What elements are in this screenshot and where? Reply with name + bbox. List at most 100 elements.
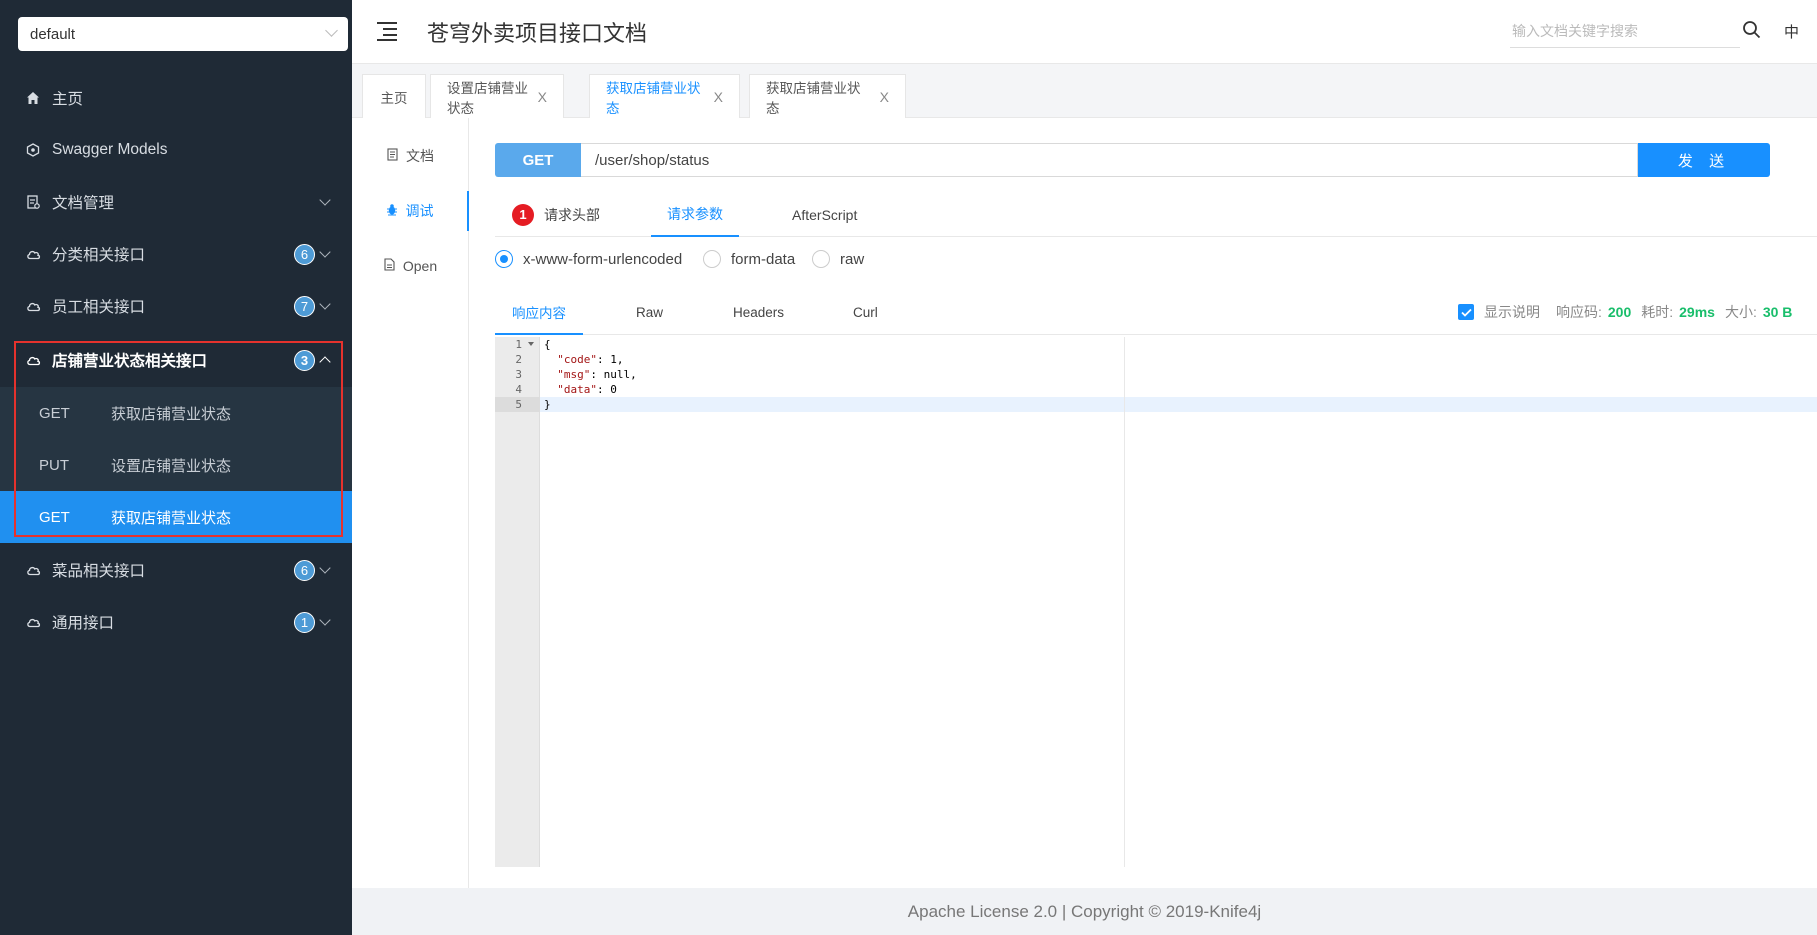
search-input[interactable] [1510,14,1740,48]
cloud-icon [25,352,41,368]
radio-circle [812,250,830,268]
radio-label: form-data [731,250,796,268]
subnav-label: Open [402,258,438,274]
menu-item-label: 菜品相关接口 [52,563,146,580]
menu-item-employee-api[interactable]: 员工相关接口 7 [0,280,352,332]
page-title: 苍穹外卖项目接口文档 [427,21,648,46]
count-badge: 7 [294,295,315,317]
close-icon[interactable]: X [714,89,723,105]
chevron-down-icon [319,246,331,258]
menu-item-common-api[interactable]: 通用接口 1 [0,596,352,648]
subnav-label: 文档 [406,148,434,164]
subitem-label: 设置店铺营业状态 [111,457,232,475]
menu-item-label: 通用接口 [52,615,115,632]
tab-label: 请求参数 [667,205,723,222]
group-select[interactable]: default [18,17,348,51]
bug-icon [386,203,398,219]
subitem-label: 获取店铺营业状态 [111,509,232,527]
subnav-doc[interactable]: 文档 [352,136,469,176]
tab-label: Headers [733,305,785,320]
url-input[interactable] [581,143,1638,177]
http-method: GET [39,404,70,422]
tab-after-script[interactable]: AfterScript [792,192,857,237]
count-badge: 6 [294,243,315,265]
radio-circle [495,250,513,268]
models-icon [25,142,41,158]
cloud-icon [25,614,41,630]
response-info: 显示说明 响应码: 200 耗时: 29ms 大小: 30 B [1458,302,1792,322]
code-line: } [540,397,1817,412]
sidebar-subitem-get-shop-status-active[interactable]: GET 获取店铺营业状态 [0,491,352,543]
tab-set-shop-status[interactable]: 设置店铺营业状态 X [430,74,564,118]
response-editor[interactable]: 1 2 3 4 5 { "code": 1, "msg": null, "dat… [495,337,1817,867]
response-size-value: 30 B [1762,304,1793,320]
tab-label: Curl [853,305,878,320]
line-number: 4 [515,383,522,396]
radio-x-www-form-urlencoded[interactable]: x-www-form-urlencoded [495,249,682,269]
print-margin [1124,337,1125,867]
count-badge: 3 [294,349,315,371]
sidebar-subitem-get-shop-status[interactable]: GET 获取店铺营业状态 [0,387,352,439]
menu-item-dish-api[interactable]: 菜品相关接口 6 [0,544,352,596]
sidebar-subitem-put-shop-status[interactable]: PUT 设置店铺营业状态 [0,439,352,491]
chevron-up-icon [319,356,331,368]
response-time-value: 29ms [1679,304,1715,320]
response-code-label: 响应码: [1556,304,1602,320]
tab-response-curl[interactable]: Curl [853,290,878,335]
tab-request-params[interactable]: 请求参数 [651,192,739,237]
tab-response-content[interactable]: 响应内容 [495,290,583,335]
tab-home[interactable]: 主页 [362,74,426,118]
group-select-value: default [30,25,76,43]
language-switch[interactable]: 中 [1784,21,1799,42]
home-icon [25,90,41,106]
count-badge: 1 [294,611,315,633]
subitem-label: 获取店铺营业状态 [111,405,232,423]
api-subnav: 文档 调试 Open [352,118,469,888]
tab-response-raw[interactable]: Raw [636,290,663,335]
menu-item-category-api[interactable]: 分类相关接口 6 [0,228,352,280]
fold-arrow-icon[interactable] [528,342,534,346]
cloud-icon [25,562,41,578]
chevron-down-icon [319,194,331,206]
menu-toggle-icon[interactable] [377,22,399,41]
tab-response-headers[interactable]: Headers [733,290,784,335]
radio-raw[interactable]: raw [812,249,864,269]
tab-label: 获取店铺营业状态 [606,80,701,116]
tab-get-shop-status[interactable]: 获取店铺营业状态 X [749,74,906,118]
menu-item-label: 员工相关接口 [52,299,146,316]
subnav-open[interactable]: Open [352,246,469,286]
menu-item-shop-status-api[interactable]: 店铺营业状态相关接口 3 [0,334,352,386]
subnav-label: 调试 [405,203,434,219]
chevron-down-icon [325,24,338,37]
line-number: 5 [495,397,540,412]
menu-item-home[interactable]: 主页 [0,72,352,124]
close-icon[interactable]: X [538,89,547,105]
tab-get-shop-status-active[interactable]: 获取店铺营业状态 X [589,74,740,118]
menu-item-swagger-models[interactable]: Swagger Models [0,124,352,176]
header: 苍穹外卖项目接口文档 中 [352,0,1817,64]
response-code-value: 200 [1607,304,1632,320]
menu-item-label: 主页 [52,91,84,108]
sidebar: default 主页 Swagger Models 文档管理 分类相关接口 6 … [0,0,352,935]
count-badge: 6 [294,559,315,581]
document-icon [387,148,398,164]
show-desc-checkbox[interactable] [1458,304,1474,320]
search-icon[interactable] [1742,20,1764,42]
send-button[interactable]: 发 送 [1638,143,1770,177]
menu-item-doc-manage[interactable]: 文档管理 [0,176,352,228]
menu-item-label: 店铺营业状态相关接口 [52,353,208,370]
radio-circle [703,250,721,268]
show-desc-label: 显示说明 [1484,304,1540,320]
request-tabs: 1 请求头部 请求参数 AfterScript [495,192,1817,237]
tab-label: Raw [636,305,664,320]
tab-label: 请求头部 [544,206,600,223]
code-area[interactable]: { "code": 1, "msg": null, "data": 0 } [540,337,1817,867]
tab-request-headers[interactable]: 1 请求头部 [512,192,600,237]
code-line: "code": 1, [557,353,624,366]
http-method-selector[interactable]: GET [495,143,581,177]
menu-item-label: Swagger Models [52,141,168,158]
subnav-debug[interactable]: 调试 [352,191,469,231]
radio-form-data[interactable]: form-data [703,249,795,269]
tab-label: 响应内容 [512,305,566,321]
close-icon[interactable]: X [880,89,889,105]
